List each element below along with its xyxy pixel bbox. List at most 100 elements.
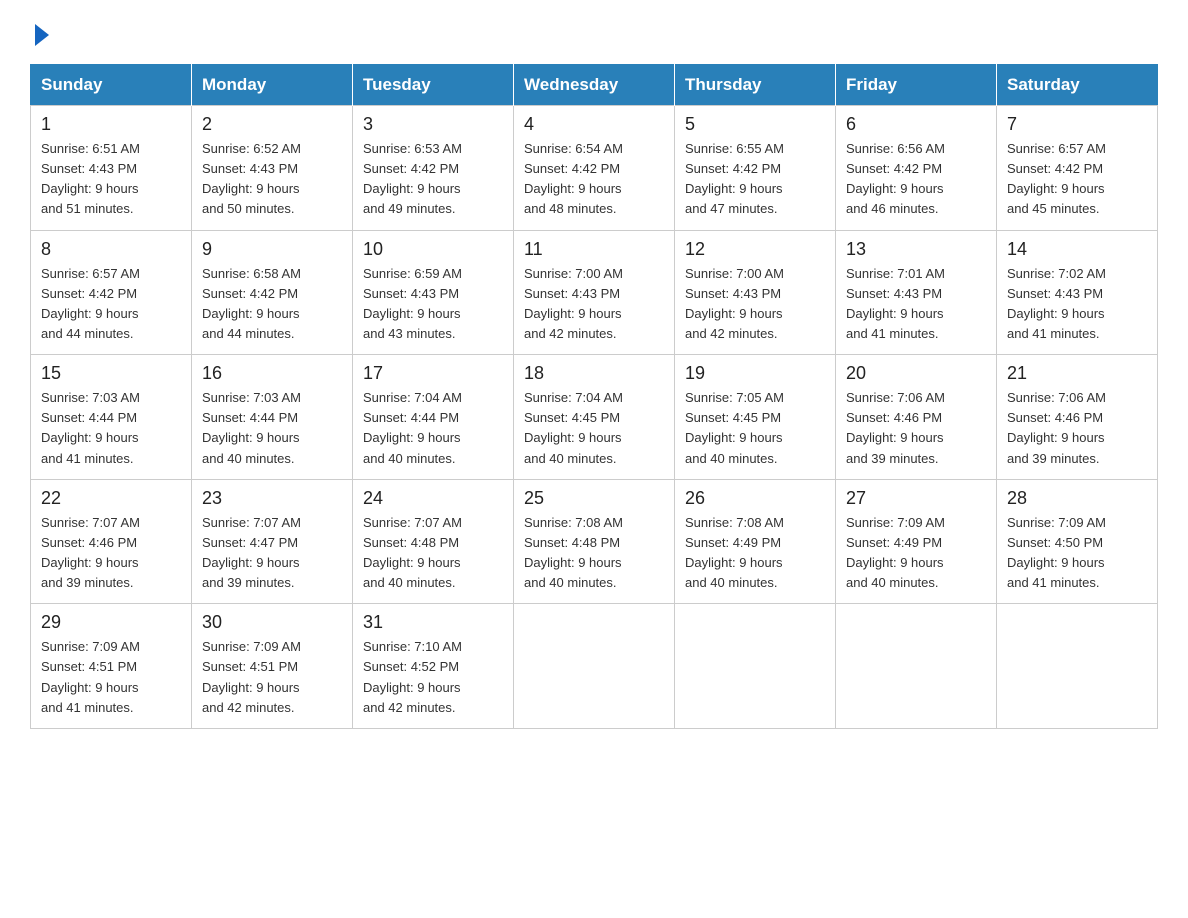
day-number: 28 bbox=[1007, 488, 1147, 509]
calendar-cell bbox=[514, 604, 675, 729]
day-number: 10 bbox=[363, 239, 503, 260]
calendar-cell: 25 Sunrise: 7:08 AMSunset: 4:48 PMDaylig… bbox=[514, 479, 675, 604]
calendar-table: SundayMondayTuesdayWednesdayThursdayFrid… bbox=[30, 64, 1158, 729]
calendar-cell: 7 Sunrise: 6:57 AMSunset: 4:42 PMDayligh… bbox=[997, 106, 1158, 231]
calendar-cell: 27 Sunrise: 7:09 AMSunset: 4:49 PMDaylig… bbox=[836, 479, 997, 604]
day-info: Sunrise: 7:07 AMSunset: 4:46 PMDaylight:… bbox=[41, 513, 181, 594]
day-number: 12 bbox=[685, 239, 825, 260]
day-number: 9 bbox=[202, 239, 342, 260]
day-number: 13 bbox=[846, 239, 986, 260]
day-number: 17 bbox=[363, 363, 503, 384]
day-info: Sunrise: 6:59 AMSunset: 4:43 PMDaylight:… bbox=[363, 264, 503, 345]
day-number: 26 bbox=[685, 488, 825, 509]
weekday-header-thursday: Thursday bbox=[675, 65, 836, 106]
day-info: Sunrise: 7:09 AMSunset: 4:51 PMDaylight:… bbox=[202, 637, 342, 718]
calendar-cell bbox=[997, 604, 1158, 729]
day-info: Sunrise: 7:01 AMSunset: 4:43 PMDaylight:… bbox=[846, 264, 986, 345]
day-number: 1 bbox=[41, 114, 181, 135]
logo-arrow-icon bbox=[35, 24, 49, 46]
calendar-cell: 17 Sunrise: 7:04 AMSunset: 4:44 PMDaylig… bbox=[353, 355, 514, 480]
day-number: 14 bbox=[1007, 239, 1147, 260]
day-number: 16 bbox=[202, 363, 342, 384]
day-number: 11 bbox=[524, 239, 664, 260]
weekday-header-row: SundayMondayTuesdayWednesdayThursdayFrid… bbox=[31, 65, 1158, 106]
day-info: Sunrise: 7:07 AMSunset: 4:48 PMDaylight:… bbox=[363, 513, 503, 594]
logo bbox=[30, 20, 49, 46]
day-info: Sunrise: 6:54 AMSunset: 4:42 PMDaylight:… bbox=[524, 139, 664, 220]
day-number: 5 bbox=[685, 114, 825, 135]
day-number: 8 bbox=[41, 239, 181, 260]
calendar-cell: 10 Sunrise: 6:59 AMSunset: 4:43 PMDaylig… bbox=[353, 230, 514, 355]
day-number: 24 bbox=[363, 488, 503, 509]
day-info: Sunrise: 7:07 AMSunset: 4:47 PMDaylight:… bbox=[202, 513, 342, 594]
day-info: Sunrise: 7:08 AMSunset: 4:49 PMDaylight:… bbox=[685, 513, 825, 594]
calendar-cell: 8 Sunrise: 6:57 AMSunset: 4:42 PMDayligh… bbox=[31, 230, 192, 355]
calendar-cell: 29 Sunrise: 7:09 AMSunset: 4:51 PMDaylig… bbox=[31, 604, 192, 729]
calendar-cell: 5 Sunrise: 6:55 AMSunset: 4:42 PMDayligh… bbox=[675, 106, 836, 231]
calendar-cell: 14 Sunrise: 7:02 AMSunset: 4:43 PMDaylig… bbox=[997, 230, 1158, 355]
weekday-header-sunday: Sunday bbox=[31, 65, 192, 106]
day-number: 29 bbox=[41, 612, 181, 633]
day-info: Sunrise: 7:09 AMSunset: 4:50 PMDaylight:… bbox=[1007, 513, 1147, 594]
calendar-cell: 30 Sunrise: 7:09 AMSunset: 4:51 PMDaylig… bbox=[192, 604, 353, 729]
day-number: 3 bbox=[363, 114, 503, 135]
calendar-cell: 4 Sunrise: 6:54 AMSunset: 4:42 PMDayligh… bbox=[514, 106, 675, 231]
calendar-cell: 16 Sunrise: 7:03 AMSunset: 4:44 PMDaylig… bbox=[192, 355, 353, 480]
day-info: Sunrise: 7:03 AMSunset: 4:44 PMDaylight:… bbox=[41, 388, 181, 469]
day-number: 21 bbox=[1007, 363, 1147, 384]
day-number: 25 bbox=[524, 488, 664, 509]
calendar-cell: 1 Sunrise: 6:51 AMSunset: 4:43 PMDayligh… bbox=[31, 106, 192, 231]
calendar-cell: 19 Sunrise: 7:05 AMSunset: 4:45 PMDaylig… bbox=[675, 355, 836, 480]
calendar-cell: 21 Sunrise: 7:06 AMSunset: 4:46 PMDaylig… bbox=[997, 355, 1158, 480]
calendar-cell: 15 Sunrise: 7:03 AMSunset: 4:44 PMDaylig… bbox=[31, 355, 192, 480]
calendar-week-2: 8 Sunrise: 6:57 AMSunset: 4:42 PMDayligh… bbox=[31, 230, 1158, 355]
day-info: Sunrise: 7:06 AMSunset: 4:46 PMDaylight:… bbox=[846, 388, 986, 469]
calendar-cell: 28 Sunrise: 7:09 AMSunset: 4:50 PMDaylig… bbox=[997, 479, 1158, 604]
day-info: Sunrise: 7:08 AMSunset: 4:48 PMDaylight:… bbox=[524, 513, 664, 594]
calendar-cell: 13 Sunrise: 7:01 AMSunset: 4:43 PMDaylig… bbox=[836, 230, 997, 355]
calendar-cell: 24 Sunrise: 7:07 AMSunset: 4:48 PMDaylig… bbox=[353, 479, 514, 604]
day-info: Sunrise: 7:00 AMSunset: 4:43 PMDaylight:… bbox=[685, 264, 825, 345]
calendar-cell: 20 Sunrise: 7:06 AMSunset: 4:46 PMDaylig… bbox=[836, 355, 997, 480]
day-number: 4 bbox=[524, 114, 664, 135]
calendar-week-5: 29 Sunrise: 7:09 AMSunset: 4:51 PMDaylig… bbox=[31, 604, 1158, 729]
calendar-cell: 23 Sunrise: 7:07 AMSunset: 4:47 PMDaylig… bbox=[192, 479, 353, 604]
calendar-cell: 12 Sunrise: 7:00 AMSunset: 4:43 PMDaylig… bbox=[675, 230, 836, 355]
weekday-header-wednesday: Wednesday bbox=[514, 65, 675, 106]
weekday-header-saturday: Saturday bbox=[997, 65, 1158, 106]
calendar-cell: 6 Sunrise: 6:56 AMSunset: 4:42 PMDayligh… bbox=[836, 106, 997, 231]
calendar-cell: 11 Sunrise: 7:00 AMSunset: 4:43 PMDaylig… bbox=[514, 230, 675, 355]
day-info: Sunrise: 6:53 AMSunset: 4:42 PMDaylight:… bbox=[363, 139, 503, 220]
calendar-cell: 9 Sunrise: 6:58 AMSunset: 4:42 PMDayligh… bbox=[192, 230, 353, 355]
day-number: 19 bbox=[685, 363, 825, 384]
day-number: 15 bbox=[41, 363, 181, 384]
day-info: Sunrise: 7:00 AMSunset: 4:43 PMDaylight:… bbox=[524, 264, 664, 345]
day-info: Sunrise: 6:58 AMSunset: 4:42 PMDaylight:… bbox=[202, 264, 342, 345]
day-number: 20 bbox=[846, 363, 986, 384]
weekday-header-tuesday: Tuesday bbox=[353, 65, 514, 106]
calendar-cell: 18 Sunrise: 7:04 AMSunset: 4:45 PMDaylig… bbox=[514, 355, 675, 480]
day-info: Sunrise: 7:09 AMSunset: 4:49 PMDaylight:… bbox=[846, 513, 986, 594]
day-number: 23 bbox=[202, 488, 342, 509]
day-number: 27 bbox=[846, 488, 986, 509]
day-number: 18 bbox=[524, 363, 664, 384]
calendar-cell: 3 Sunrise: 6:53 AMSunset: 4:42 PMDayligh… bbox=[353, 106, 514, 231]
day-number: 2 bbox=[202, 114, 342, 135]
calendar-cell: 2 Sunrise: 6:52 AMSunset: 4:43 PMDayligh… bbox=[192, 106, 353, 231]
day-info: Sunrise: 6:51 AMSunset: 4:43 PMDaylight:… bbox=[41, 139, 181, 220]
calendar-cell: 22 Sunrise: 7:07 AMSunset: 4:46 PMDaylig… bbox=[31, 479, 192, 604]
day-info: Sunrise: 6:52 AMSunset: 4:43 PMDaylight:… bbox=[202, 139, 342, 220]
calendar-week-3: 15 Sunrise: 7:03 AMSunset: 4:44 PMDaylig… bbox=[31, 355, 1158, 480]
calendar-cell: 26 Sunrise: 7:08 AMSunset: 4:49 PMDaylig… bbox=[675, 479, 836, 604]
day-info: Sunrise: 6:57 AMSunset: 4:42 PMDaylight:… bbox=[41, 264, 181, 345]
day-number: 31 bbox=[363, 612, 503, 633]
calendar-body: 1 Sunrise: 6:51 AMSunset: 4:43 PMDayligh… bbox=[31, 106, 1158, 729]
calendar-cell bbox=[836, 604, 997, 729]
day-number: 22 bbox=[41, 488, 181, 509]
day-number: 30 bbox=[202, 612, 342, 633]
day-info: Sunrise: 6:57 AMSunset: 4:42 PMDaylight:… bbox=[1007, 139, 1147, 220]
weekday-header-monday: Monday bbox=[192, 65, 353, 106]
day-info: Sunrise: 6:56 AMSunset: 4:42 PMDaylight:… bbox=[846, 139, 986, 220]
day-number: 6 bbox=[846, 114, 986, 135]
day-info: Sunrise: 7:06 AMSunset: 4:46 PMDaylight:… bbox=[1007, 388, 1147, 469]
